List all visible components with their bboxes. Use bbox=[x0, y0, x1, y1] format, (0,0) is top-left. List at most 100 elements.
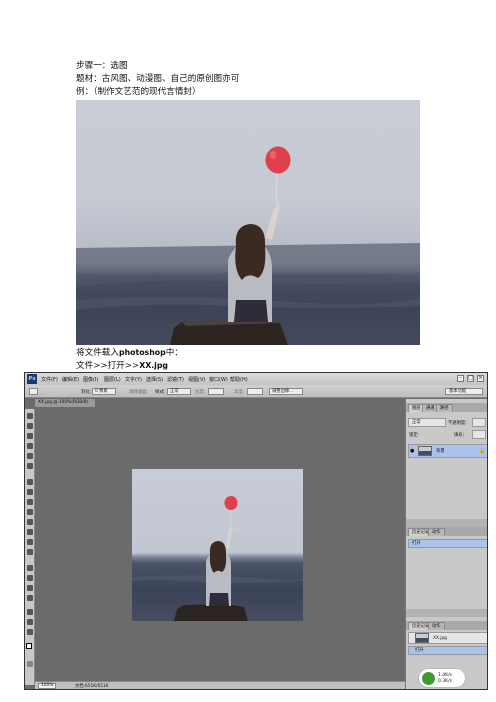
tab-actions-2[interactable]: 动作 bbox=[428, 622, 445, 630]
style-select[interactable]: 正常 bbox=[167, 388, 191, 395]
refine-edge-button[interactable]: 调整边缘... bbox=[269, 388, 303, 395]
crop-tool-icon[interactable] bbox=[27, 453, 33, 459]
foreground-color-swatch[interactable] bbox=[26, 643, 32, 649]
blur-tool-icon[interactable] bbox=[27, 539, 33, 545]
snapshot-row[interactable]: XX.jpg bbox=[408, 632, 487, 644]
load-file-suffix: 中： bbox=[165, 348, 183, 358]
tab-actions[interactable]: 动作 bbox=[428, 528, 445, 536]
tools-panel bbox=[25, 409, 35, 685]
download-speed: 0.3K/s bbox=[438, 679, 452, 684]
pen-tool-icon[interactable] bbox=[27, 565, 33, 571]
menu-window[interactable]: 窗口(W) bbox=[209, 376, 228, 383]
example-photo bbox=[76, 100, 420, 345]
snapshot-thumbnail bbox=[415, 633, 429, 643]
zoom-level[interactable]: 100% bbox=[38, 683, 57, 689]
fill-input[interactable] bbox=[472, 430, 486, 439]
gradient-tool-icon[interactable] bbox=[27, 529, 33, 535]
history-open-item[interactable]: 打开 bbox=[408, 646, 487, 655]
layers-panel-tabs: 图层 通道 路径 bbox=[406, 403, 487, 412]
status-bar: 100% 文档:651K/651K bbox=[35, 681, 405, 689]
minimize-icon[interactable]: – bbox=[457, 375, 464, 382]
quick-mask-icon[interactable] bbox=[27, 661, 33, 667]
magic-wand-tool-icon[interactable] bbox=[27, 443, 33, 449]
lock-icon: 🔒 bbox=[479, 448, 486, 454]
open-file-path: 文件>>打开>> bbox=[76, 361, 140, 371]
zoom-tool-icon[interactable] bbox=[27, 629, 33, 635]
maximize-icon[interactable]: □ bbox=[467, 375, 474, 382]
menu-bar: Ps 文件(F) 编辑(E) 图像(I) 图层(L) 文字(Y) 选择(S) 滤… bbox=[25, 373, 487, 385]
photoshop-logo: Ps bbox=[27, 374, 37, 384]
height-input[interactable] bbox=[247, 388, 263, 395]
dodge-tool-icon[interactable] bbox=[27, 549, 33, 555]
layers-footer bbox=[406, 519, 487, 527]
options-bar: 羽化: 0 像素 消除锯齿 样式: 正常 宽度: 高度: 调整边缘... 基本功… bbox=[25, 385, 487, 398]
canvas-photo-illustration bbox=[132, 496, 303, 621]
height-label: 高度: bbox=[234, 390, 245, 395]
menu-type[interactable]: 文字(Y) bbox=[125, 376, 142, 383]
step-heading: 步骤一：选图 bbox=[76, 61, 128, 71]
marquee-tool-icon[interactable] bbox=[27, 423, 33, 429]
file-name: XX.jpg bbox=[139, 361, 169, 370]
eyedropper-tool-icon[interactable] bbox=[27, 463, 33, 469]
feather-label: 羽化: bbox=[81, 390, 92, 395]
menu-select[interactable]: 选择(S) bbox=[146, 376, 163, 383]
type-tool-icon[interactable] bbox=[27, 575, 33, 581]
width-label: 宽度: bbox=[195, 390, 206, 395]
document-tab[interactable]: XX.jpg @ 100%(RGB/8) bbox=[35, 399, 95, 407]
menu-edit[interactable]: 编辑(E) bbox=[62, 376, 79, 383]
subject-line: 题材：古风图、动漫图、自己的原创图亦可 bbox=[76, 74, 240, 84]
path-selection-tool-icon[interactable] bbox=[27, 585, 33, 591]
snapshot-name: XX.jpg bbox=[433, 636, 447, 641]
opacity-input[interactable] bbox=[472, 418, 486, 427]
history-panel-tabs: 历史记录 动作 bbox=[406, 527, 487, 536]
history-item[interactable]: 打开 bbox=[408, 539, 487, 548]
canvas-image[interactable] bbox=[132, 469, 303, 621]
menu-filter[interactable]: 滤镜(T) bbox=[167, 376, 184, 383]
layer-name: 背景 bbox=[436, 449, 445, 454]
close-icon[interactable]: × bbox=[477, 375, 484, 382]
load-file-line: 将文件载入photoshop中： bbox=[76, 347, 183, 359]
layer-row[interactable]: ● 背景 🔒 bbox=[408, 444, 487, 458]
hand-tool-icon[interactable] bbox=[27, 619, 33, 625]
history-footer bbox=[406, 609, 487, 617]
clone-stamp-tool-icon[interactable] bbox=[27, 499, 33, 505]
opacity-label: 不透明度: bbox=[448, 421, 467, 426]
network-speed-widget[interactable]: 1.4K/s 0.3K/s bbox=[418, 668, 466, 688]
right-panels: 图层 通道 路径 正常 不透明度: 锁定: 填充: ● 背景 🔒 历史记录 动作… bbox=[405, 399, 487, 689]
speed-indicator-icon bbox=[422, 672, 435, 685]
photoshop-window: Ps 文件(F) 编辑(E) 图像(I) 图层(L) 文字(Y) 选择(S) 滤… bbox=[24, 372, 488, 690]
document-size: 文档:651K/651K bbox=[75, 684, 109, 689]
move-tool-icon[interactable] bbox=[27, 413, 33, 419]
menu-image[interactable]: 图像(I) bbox=[83, 376, 98, 383]
style-label: 样式: bbox=[155, 390, 166, 395]
example-line: 例：（制作文艺范的现代言情封） bbox=[76, 87, 201, 97]
feather-input[interactable]: 0 像素 bbox=[92, 388, 116, 395]
fill-label: 填充: bbox=[454, 433, 465, 438]
open-file-line: 文件>>打开>>XX.jpg bbox=[76, 360, 168, 372]
brush-tool-icon[interactable] bbox=[27, 489, 33, 495]
layer-thumbnail bbox=[418, 446, 432, 456]
menu-help[interactable]: 帮助(H) bbox=[230, 376, 248, 383]
menu-view[interactable]: 视图(V) bbox=[188, 376, 205, 383]
tab-paths[interactable]: 路径 bbox=[436, 404, 453, 412]
marquee-tool-icon[interactable] bbox=[29, 388, 38, 395]
antialias-checkbox[interactable]: 消除锯齿 bbox=[129, 389, 147, 395]
app-name: photoshop bbox=[118, 348, 166, 357]
bottom-panel-tabs: 历史记录 动作 bbox=[406, 621, 487, 630]
workspace-select[interactable]: 基本功能 bbox=[445, 388, 483, 395]
load-file-prefix: 将文件载入 bbox=[76, 348, 119, 358]
menu-file[interactable]: 文件(F) bbox=[41, 376, 58, 383]
blend-mode-select[interactable]: 正常 bbox=[408, 418, 446, 427]
history-open-label: 打开 bbox=[415, 648, 424, 653]
healing-brush-tool-icon[interactable] bbox=[27, 479, 33, 485]
eraser-tool-icon[interactable] bbox=[27, 519, 33, 525]
eye-icon[interactable]: ● bbox=[410, 448, 414, 455]
history-brush-tool-icon[interactable] bbox=[27, 509, 33, 515]
width-input[interactable] bbox=[208, 388, 224, 395]
menu-layer[interactable]: 图层(L) bbox=[104, 376, 121, 383]
girl-with-balloon-illustration bbox=[76, 146, 420, 345]
3d-rotate-tool-icon[interactable] bbox=[27, 609, 33, 615]
lock-label: 锁定: bbox=[409, 433, 420, 438]
shape-tool-icon[interactable] bbox=[27, 595, 33, 601]
lasso-tool-icon[interactable] bbox=[27, 433, 33, 439]
